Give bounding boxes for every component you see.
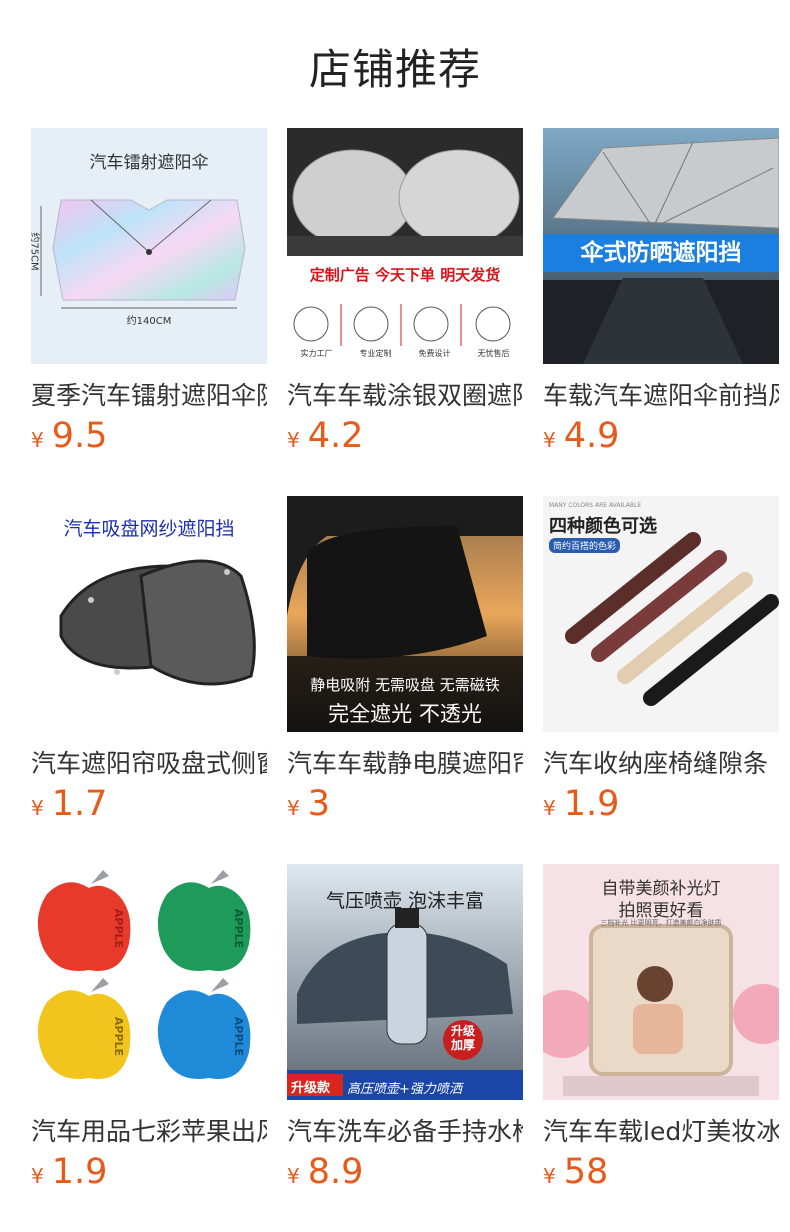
image-top-note: MANY COLORS ARE AVAILABLE xyxy=(549,502,642,509)
product-price: ¥1.7 xyxy=(31,784,107,824)
image-line2: 完全遮光 不透光 xyxy=(328,702,482,726)
product-name[interactable]: 汽车收纳座椅缝隙条 xyxy=(543,744,779,780)
product-card[interactable]: APPLE APPLE APPLE APPLE 汽车用品七彩苹果出风口 ¥1.9 xyxy=(31,864,267,1194)
currency-symbol: ¥ xyxy=(287,796,300,820)
price-value: 8.9 xyxy=(307,1152,364,1192)
product-price: ¥8.9 xyxy=(287,1152,363,1192)
currency-symbol: ¥ xyxy=(543,796,556,820)
product-price: ¥4.9 xyxy=(543,416,619,456)
product-image[interactable]: 汽车吸盘网纱遮阳挡 xyxy=(31,496,267,732)
image-headline: 伞式防晒遮阳挡 xyxy=(543,234,779,272)
product-image[interactable]: 伞式防晒遮阳挡 xyxy=(543,128,779,364)
product-card[interactable]: 汽车吸盘网纱遮阳挡 汽车遮阳帘吸盘式侧窗 ¥1.7 xyxy=(31,496,267,826)
currency-symbol: ¥ xyxy=(287,1164,300,1188)
product-card[interactable]: 气压喷壶 泡沫丰富 升级加厚 升级款 高压喷壶+强力喷洒 汽车洗车必备手持水枪 … xyxy=(287,864,523,1194)
badge-row: 实力工厂 专业定制 免费设计 无忧售后 xyxy=(287,348,523,359)
price-value: 58 xyxy=(563,1152,609,1192)
price-value: 1.7 xyxy=(51,784,108,824)
currency-symbol: ¥ xyxy=(31,1164,44,1188)
product-name[interactable]: 汽车洗车必备手持水枪 xyxy=(287,1112,523,1148)
product-name[interactable]: 汽车遮阳帘吸盘式侧窗 xyxy=(31,744,267,780)
image-headline: 定制广告 今天下单 明天发货 xyxy=(309,266,501,284)
image-headline: 四种颜色可选 xyxy=(549,516,657,537)
product-name[interactable]: 汽车用品七彩苹果出风口 xyxy=(31,1112,267,1148)
product-name[interactable]: 汽车车载涂银双圈遮阳挡 xyxy=(287,376,523,412)
badge-label: 专业定制 xyxy=(359,349,392,358)
product-image[interactable]: MANY COLORS ARE AVAILABLE 四种颜色可选 简约百搭的色彩 xyxy=(543,496,779,732)
brand-label: APPLE xyxy=(112,908,126,949)
product-name[interactable]: 汽车车载静电膜遮阳帘 xyxy=(287,744,523,780)
section-title: 店铺推荐 xyxy=(308,45,481,94)
image-height-label: 约75CM xyxy=(31,232,40,271)
product-card[interactable]: 定制广告 今天下单 明天发货 实力工厂 专业定制 免费设计 无忧售后 汽车车载涂… xyxy=(287,128,523,458)
image-line1: 静电吸附 无需吸盘 无需磁铁 xyxy=(310,676,500,694)
product-image[interactable]: 自带美颜补光灯 拍照更好看 三档补光 比更明亮，打造美颜白净肤质 xyxy=(543,864,779,1100)
brand-label: APPLE xyxy=(112,1016,126,1057)
price-value: 1.9 xyxy=(51,1152,108,1192)
badge-label: 免费设计 xyxy=(418,349,451,358)
product-price: ¥1.9 xyxy=(543,784,619,824)
currency-symbol: ¥ xyxy=(287,428,300,452)
image-tag: 简约百搭的色彩 xyxy=(549,538,621,553)
currency-symbol: ¥ xyxy=(543,428,556,452)
product-image[interactable]: 气压喷壶 泡沫丰富 升级加厚 升级款 高压喷壶+强力喷洒 xyxy=(287,864,523,1100)
product-card[interactable]: 汽车镭射遮阳伞 约140CM 约75CM 夏季汽车镭射遮阳伞防晒隔热 ¥9.5 xyxy=(31,128,267,458)
product-price: ¥1.9 xyxy=(31,1152,107,1192)
badge-label: 无忧售后 xyxy=(477,349,510,358)
product-card[interactable]: MANY COLORS ARE AVAILABLE 四种颜色可选 简约百搭的色彩… xyxy=(543,496,779,826)
product-image[interactable]: 汽车镭射遮阳伞 约140CM 约75CM xyxy=(31,128,267,364)
product-price: ¥9.5 xyxy=(31,416,107,456)
currency-symbol: ¥ xyxy=(31,428,44,452)
image-width-label: 约140CM xyxy=(126,316,172,327)
image-headline: 汽车吸盘网纱遮阳挡 xyxy=(63,518,235,540)
product-card[interactable]: 自带美颜补光灯 拍照更好看 三档补光 比更明亮，打造美颜白净肤质 汽车车载led… xyxy=(543,864,779,1194)
currency-symbol: ¥ xyxy=(31,796,44,820)
product-price: ¥4.2 xyxy=(287,416,363,456)
product-image[interactable]: APPLE APPLE APPLE APPLE xyxy=(31,864,267,1100)
price-value: 9.5 xyxy=(51,416,108,456)
brand-label: APPLE xyxy=(232,908,246,949)
product-price: ¥3 xyxy=(287,784,330,824)
product-card[interactable]: 伞式防晒遮阳挡 车载汽车遮阳伞前挡风玻璃 ¥4.9 xyxy=(543,128,779,458)
product-image[interactable]: 定制广告 今天下单 明天发货 实力工厂 专业定制 免费设计 无忧售后 xyxy=(287,128,523,364)
product-name[interactable]: 车载汽车遮阳伞前挡风玻璃 xyxy=(543,376,779,412)
image-footer: 高压喷壶+强力喷洒 xyxy=(347,1082,462,1097)
price-value: 4.9 xyxy=(563,416,620,456)
price-value: 3 xyxy=(307,784,331,824)
price-value: 1.9 xyxy=(563,784,620,824)
product-name[interactable]: 夏季汽车镭射遮阳伞防晒隔热 xyxy=(31,376,267,412)
product-card[interactable]: 静电吸附 无需吸盘 无需磁铁 完全遮光 不透光 汽车车载静电膜遮阳帘 ¥3 xyxy=(287,496,523,826)
product-price: ¥58 xyxy=(543,1152,608,1192)
image-badge: 升级加厚 xyxy=(450,1024,475,1052)
image-headline: 气压喷壶 泡沫丰富 xyxy=(325,890,485,912)
brand-label: APPLE xyxy=(232,1016,246,1057)
image-headline: 汽车镭射遮阳伞 xyxy=(89,153,209,173)
badge-label: 实力工厂 xyxy=(300,349,333,358)
product-name[interactable]: 汽车车载led灯美妆冰箱 xyxy=(543,1112,779,1148)
image-tag: 升级款 xyxy=(291,1081,331,1096)
currency-symbol: ¥ xyxy=(543,1164,556,1188)
price-value: 4.2 xyxy=(307,416,364,456)
product-image[interactable]: 静电吸附 无需吸盘 无需磁铁 完全遮光 不透光 xyxy=(287,496,523,732)
image-subtitle: 三档补光 比更明亮，打造美颜白净肤质 xyxy=(600,919,722,927)
